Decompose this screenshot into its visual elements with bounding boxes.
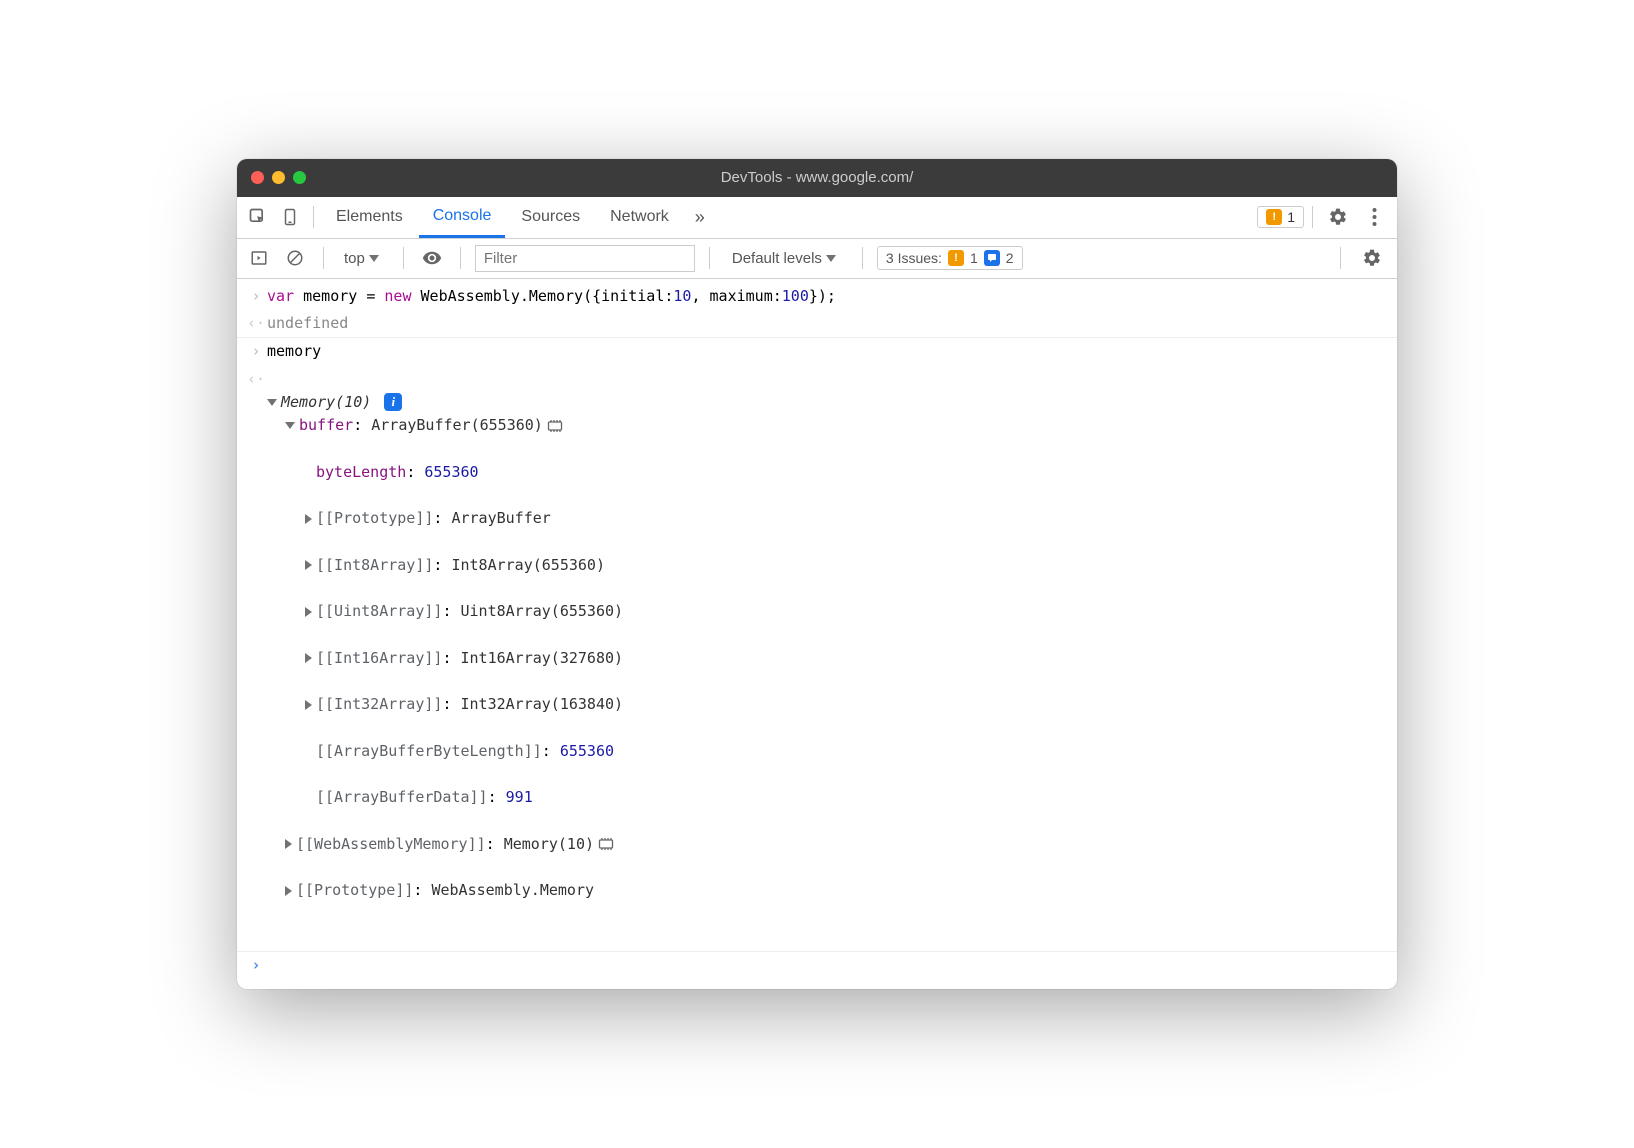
property-value[interactable]: ArrayBuffer(655360) [371,416,543,434]
console-output-row: ‹· Memory(10) i buffer: ArrayBuffer(6553… [237,366,1397,952]
chevron-down-icon [826,255,836,262]
window-title: DevTools - www.google.com/ [237,169,1397,186]
devtools-window: DevTools - www.google.com/ Elements Cons… [237,159,1397,989]
prompt-marker: › [245,954,267,977]
sidebar-toggle-icon[interactable] [245,244,273,272]
property-value[interactable]: Memory(10) [504,835,594,853]
kebab-menu-icon[interactable] [1357,207,1391,227]
expand-toggle-icon[interactable] [305,560,312,570]
memory-inspector-icon[interactable] [547,419,563,433]
property-name: byteLength [316,463,406,481]
property-value[interactable]: Int8Array(655360) [451,556,605,574]
separator [313,206,314,228]
property-value: 655360 [424,463,478,481]
tab-elements[interactable]: Elements [322,197,417,238]
input-marker: › [245,285,267,308]
tab-console[interactable]: Console [419,197,506,238]
property-value[interactable]: Int32Array(163840) [461,695,624,713]
expand-toggle-icon[interactable] [285,886,292,896]
minimize-window-button[interactable] [272,171,285,184]
expand-toggle-icon[interactable] [305,700,312,710]
property-name: [[Int32Array]] [316,695,442,713]
property-value[interactable]: ArrayBuffer [451,509,550,527]
separator [403,247,404,269]
property-name: buffer [299,416,353,434]
property-name: [[Prototype]] [296,881,413,899]
property-name: [[WebAssemblyMemory]] [296,835,486,853]
context-selector[interactable]: top [338,248,389,269]
tab-network[interactable]: Network [596,197,683,238]
chevron-down-icon [369,255,379,262]
separator [460,247,461,269]
separator [862,247,863,269]
issues-warn-count: 1 [970,250,978,266]
code-line: memory [267,340,1387,363]
console-toolbar: top Default levels 3 Issues: ! 1 2 [237,239,1397,279]
filter-input[interactable] [475,245,695,272]
expand-toggle-icon[interactable] [305,607,312,617]
warnings-badge[interactable]: ! 1 [1257,206,1304,228]
separator [1340,247,1341,269]
input-marker: › [245,340,267,363]
property-value[interactable]: Uint8Array(655360) [461,602,624,620]
object-tree[interactable]: Memory(10) i buffer: ArrayBuffer(655360)… [267,368,1387,949]
tab-bar: Elements Console Sources Network » ! 1 [237,197,1397,239]
expand-toggle-icon[interactable] [285,839,292,849]
object-header[interactable]: Memory(10) [281,393,371,411]
warnings-count: 1 [1287,209,1295,225]
issues-label: 3 Issues: [886,250,942,266]
device-toolbar-icon[interactable] [275,202,305,232]
memory-inspector-icon[interactable] [598,837,614,851]
property-value: 991 [506,788,533,806]
output-marker: ‹· [245,312,267,335]
console-output: › var memory = new WebAssembly.Memory({i… [237,279,1397,989]
expand-toggle-icon[interactable] [305,653,312,663]
expand-toggle-icon[interactable] [305,514,312,524]
log-levels-selector[interactable]: Default levels [724,250,848,267]
property-name: [[Int8Array]] [316,556,433,574]
console-prompt[interactable]: › [237,952,1397,979]
property-value: 655360 [560,742,614,760]
context-label: top [344,250,365,267]
info-badge-icon[interactable]: i [384,393,402,411]
info-icon [984,250,1000,266]
levels-label: Default levels [732,250,822,267]
code-line: var memory = new WebAssembly.Memory({ini… [267,285,1387,308]
console-output-row: ‹· undefined [237,310,1397,338]
property-name: [[ArrayBufferData]] [316,788,488,806]
settings-icon[interactable] [1321,207,1355,227]
more-tabs-icon[interactable]: » [685,202,715,232]
warning-icon: ! [948,250,964,266]
expand-toggle-icon[interactable] [285,422,295,429]
warning-icon: ! [1266,209,1282,225]
property-name: [[ArrayBufferByteLength]] [316,742,542,760]
inspect-element-icon[interactable] [243,202,273,232]
property-name: [[Prototype]] [316,509,433,527]
property-value[interactable]: WebAssembly.Memory [431,881,594,899]
property-name: [[Int16Array]] [316,649,442,667]
issues-info-count: 2 [1006,250,1014,266]
separator [323,247,324,269]
output-value: undefined [267,312,1387,335]
separator [709,247,710,269]
issues-counter[interactable]: 3 Issues: ! 1 2 [877,246,1023,270]
tab-sources[interactable]: Sources [507,197,594,238]
separator [1312,206,1313,228]
console-settings-icon[interactable] [1355,248,1389,268]
prompt-input[interactable] [267,954,1387,977]
console-input-row[interactable]: › var memory = new WebAssembly.Memory({i… [237,283,1397,310]
output-marker: ‹· [245,368,267,949]
property-name: [[Uint8Array]] [316,602,442,620]
live-expression-icon[interactable] [418,244,446,272]
expand-toggle-icon[interactable] [267,399,277,406]
close-window-button[interactable] [251,171,264,184]
property-value[interactable]: Int16Array(327680) [461,649,624,667]
clear-console-icon[interactable] [281,244,309,272]
console-input-row[interactable]: › memory [237,338,1397,365]
traffic-lights [251,171,306,184]
zoom-window-button[interactable] [293,171,306,184]
titlebar: DevTools - www.google.com/ [237,159,1397,197]
